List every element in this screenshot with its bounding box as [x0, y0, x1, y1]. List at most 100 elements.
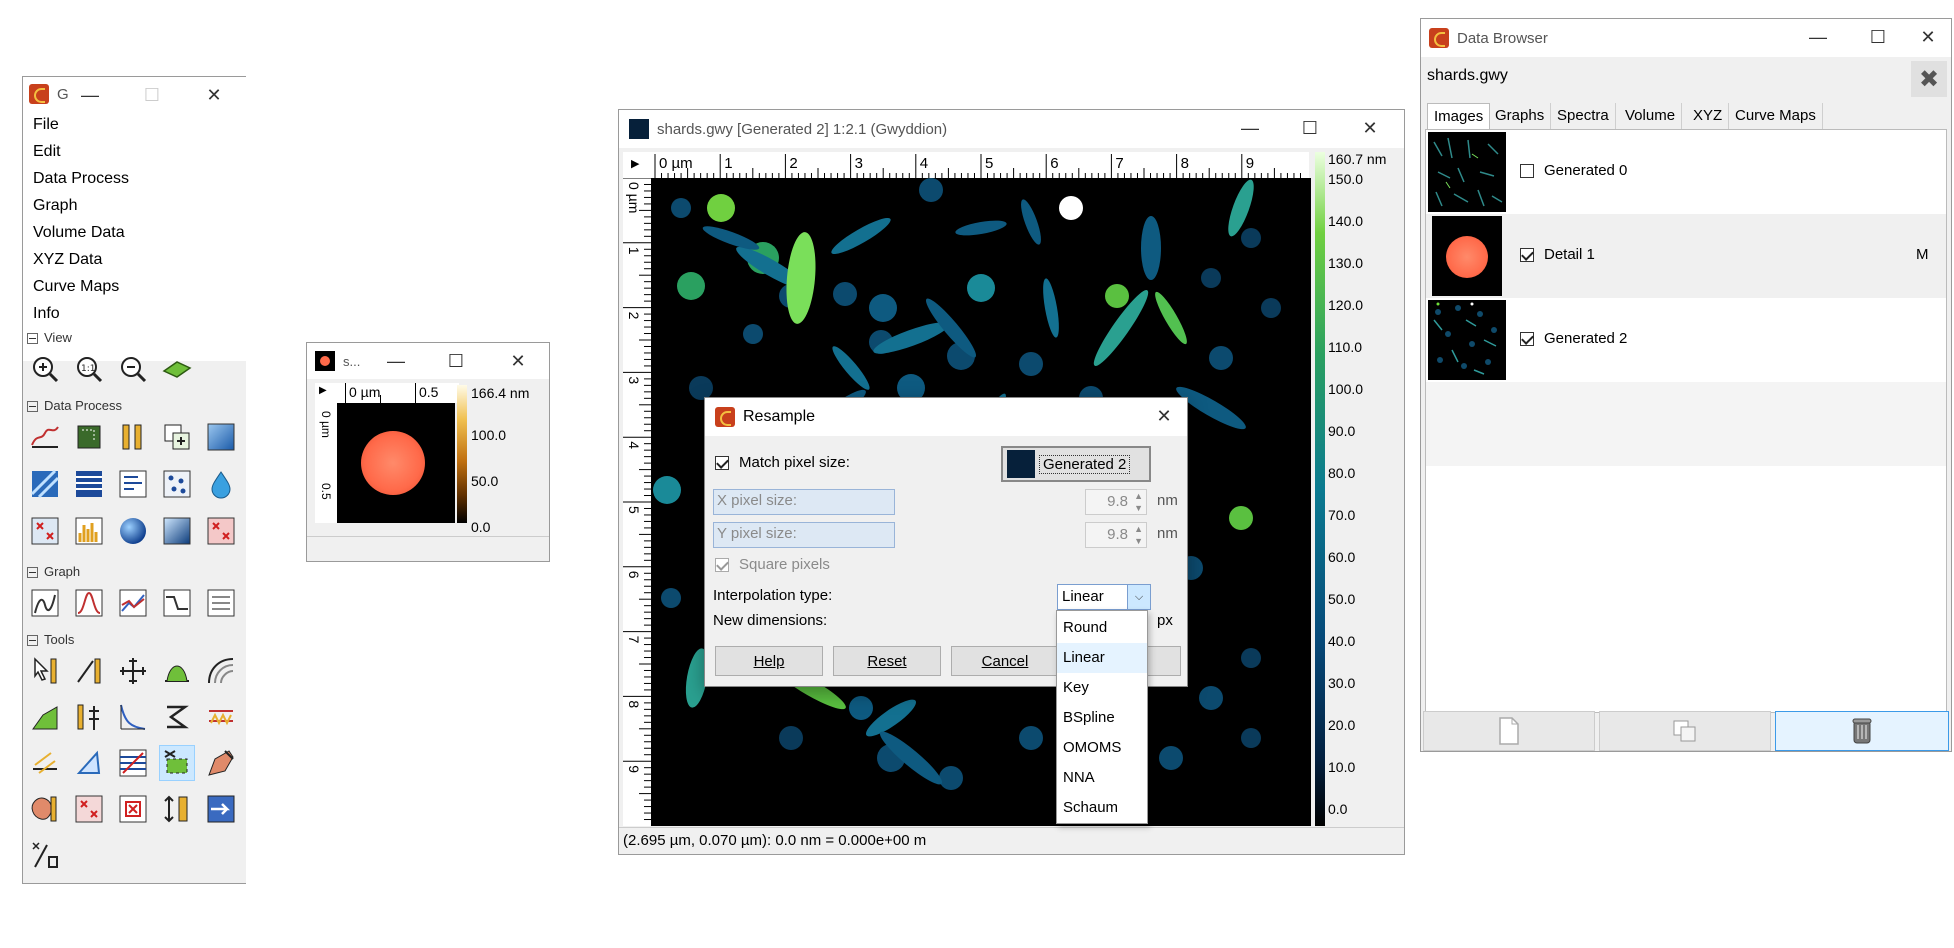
list-item[interactable]: Detail 1 M	[1426, 214, 1946, 298]
graph-cut-icon[interactable]	[115, 585, 151, 621]
spectro-tool-icon[interactable]	[27, 699, 63, 735]
match-source-button[interactable]: Generated 2	[1001, 446, 1151, 482]
db-minimize-button[interactable]: —	[1795, 19, 1841, 55]
main-maximize-button[interactable]: ☐	[1287, 110, 1333, 146]
distance-tool-icon[interactable]	[71, 653, 107, 689]
menu-volume-data[interactable]: Volume Data	[33, 219, 125, 246]
option-bspline[interactable]: BSpline	[1057, 703, 1147, 733]
y-pixel-size-spin[interactable]: 9.8 ▲ ▼	[1085, 522, 1147, 548]
filter-tool-icon[interactable]	[115, 745, 151, 781]
sphere-icon[interactable]	[115, 513, 151, 549]
graph-fit-icon[interactable]	[71, 585, 107, 621]
option-nna[interactable]: NNA	[1057, 763, 1147, 793]
main-minimize-button[interactable]: —	[1227, 110, 1273, 146]
menu-data-process[interactable]: Data Process	[33, 165, 129, 192]
menu-file[interactable]: File	[33, 111, 59, 138]
cancel-button[interactable]: Cancel	[951, 646, 1059, 676]
color-range-bar-tool-icon[interactable]	[159, 791, 195, 827]
list-item[interactable]: Generated 2	[1426, 298, 1946, 382]
graph-fd-icon[interactable]	[159, 585, 195, 621]
db-close-button[interactable]: ✕	[1905, 19, 1951, 55]
option-linear[interactable]: Linear	[1057, 643, 1147, 673]
mask-editor-tool-icon[interactable]	[203, 745, 239, 781]
menu-info[interactable]: Info	[33, 300, 60, 327]
tab-xyz[interactable]: XYZ	[1687, 103, 1730, 129]
graph-export-icon[interactable]	[203, 585, 239, 621]
section-view[interactable]: View	[27, 329, 72, 347]
section-tools[interactable]: Tools	[27, 631, 74, 649]
match-pixel-size-checkbox[interactable]	[715, 456, 729, 470]
menu-xyz-data[interactable]: XYZ Data	[33, 246, 102, 273]
interpolation-type-select[interactable]: Linear ⌵	[1057, 584, 1151, 610]
x-pixel-size-spin[interactable]: 9.8 ▲ ▼	[1085, 489, 1147, 515]
shade-icon[interactable]	[159, 513, 195, 549]
option-key[interactable]: Key	[1057, 673, 1147, 703]
toolbox-titlebar[interactable]: G — ☐ ✕	[23, 77, 246, 111]
item-visibility-checkbox[interactable]	[1520, 248, 1534, 262]
pointer-tool-icon[interactable]	[27, 653, 63, 689]
zoom-out-icon[interactable]	[115, 351, 151, 387]
item-visibility-checkbox[interactable]	[1520, 332, 1534, 346]
resample-close-button[interactable]: ✕	[1141, 398, 1187, 434]
zoom-in-icon[interactable]	[27, 351, 63, 387]
list-item[interactable]: Generated 0	[1426, 130, 1946, 214]
main-close-button[interactable]: ✕	[1347, 110, 1393, 146]
scale-icon[interactable]	[115, 419, 151, 455]
histogram-icon[interactable]	[71, 513, 107, 549]
main-titlebar[interactable]: shards.gwy [Generated 2] 1:2.1 (Gwyddion…	[619, 110, 1404, 148]
level-tool-icon[interactable]	[27, 745, 63, 781]
menu-graph[interactable]: Graph	[33, 192, 77, 219]
detail-titlebar[interactable]: s... — ☐ ✕	[307, 343, 549, 379]
db-maximize-button[interactable]: ☐	[1855, 19, 1901, 55]
tab-volume[interactable]: Volume	[1619, 103, 1683, 129]
grains-icon[interactable]	[159, 466, 195, 502]
polynomial-tool-icon[interactable]	[71, 745, 107, 781]
radial-profile-tool-icon[interactable]	[203, 653, 239, 689]
close-file-icon[interactable]: ✖	[1911, 61, 1947, 97]
resample-titlebar[interactable]: Resample ✕	[705, 398, 1187, 436]
square-pixels-checkbox[interactable]	[715, 558, 729, 572]
menu-curve-maps[interactable]: Curve Maps	[33, 273, 119, 300]
tab-graphs[interactable]: Graphs	[1489, 103, 1552, 129]
close-button[interactable]: ✕	[191, 77, 237, 113]
new-item-button[interactable]	[1423, 711, 1595, 751]
spot-remover-tool-icon[interactable]	[71, 791, 107, 827]
3d-view-icon[interactable]	[159, 351, 195, 387]
detail-close-button[interactable]: ✕	[495, 343, 541, 379]
line-correct-tool-icon[interactable]	[203, 699, 239, 735]
stripes-icon[interactable]	[115, 466, 151, 502]
duplicate-item-button[interactable]	[1599, 711, 1771, 751]
readvalue-tool-icon[interactable]	[203, 791, 239, 827]
sfunctions-tool-icon[interactable]	[115, 699, 151, 735]
fft-icon[interactable]	[27, 466, 63, 502]
mask-remove-icon[interactable]	[203, 513, 239, 549]
option-round[interactable]: Round	[1057, 613, 1147, 643]
watershed-icon[interactable]	[203, 466, 239, 502]
tab-spectra[interactable]: Spectra	[1551, 103, 1616, 129]
remove-spots-icon[interactable]	[27, 513, 63, 549]
reset-button[interactable]: Reset	[833, 646, 941, 676]
graph-measure-icon[interactable]	[27, 585, 63, 621]
selection-manager-tool-icon[interactable]	[159, 745, 195, 781]
roughness-tool-icon[interactable]	[159, 699, 195, 735]
tab-images[interactable]: Images	[1427, 103, 1491, 129]
help-button[interactable]: Help	[715, 646, 823, 676]
detail-image[interactable]	[337, 403, 455, 523]
tab-curve-maps[interactable]: Curve Maps	[1729, 103, 1823, 129]
delete-item-button[interactable]	[1775, 711, 1949, 751]
menu-edit[interactable]: Edit	[33, 138, 61, 165]
crop-icon[interactable]	[71, 419, 107, 455]
section-data-process[interactable]: Data Process	[27, 397, 122, 415]
crosshair-tool-icon[interactable]	[115, 653, 151, 689]
option-schaum[interactable]: Schaum	[1057, 793, 1147, 823]
color-range-tool-icon[interactable]	[115, 791, 151, 827]
item-visibility-checkbox[interactable]	[1520, 164, 1534, 178]
grain-remover-tool-icon[interactable]	[27, 791, 63, 827]
maximize-button[interactable]: ☐	[129, 77, 175, 113]
zoom-1-1-icon[interactable]: 1:1	[71, 351, 107, 387]
gradient-icon[interactable]	[203, 419, 239, 455]
section-graph[interactable]: Graph	[27, 563, 80, 581]
profile-tool-icon[interactable]	[159, 653, 195, 689]
statistics-tool-icon[interactable]	[71, 699, 107, 735]
option-omoms[interactable]: OMOMS	[1057, 733, 1147, 763]
